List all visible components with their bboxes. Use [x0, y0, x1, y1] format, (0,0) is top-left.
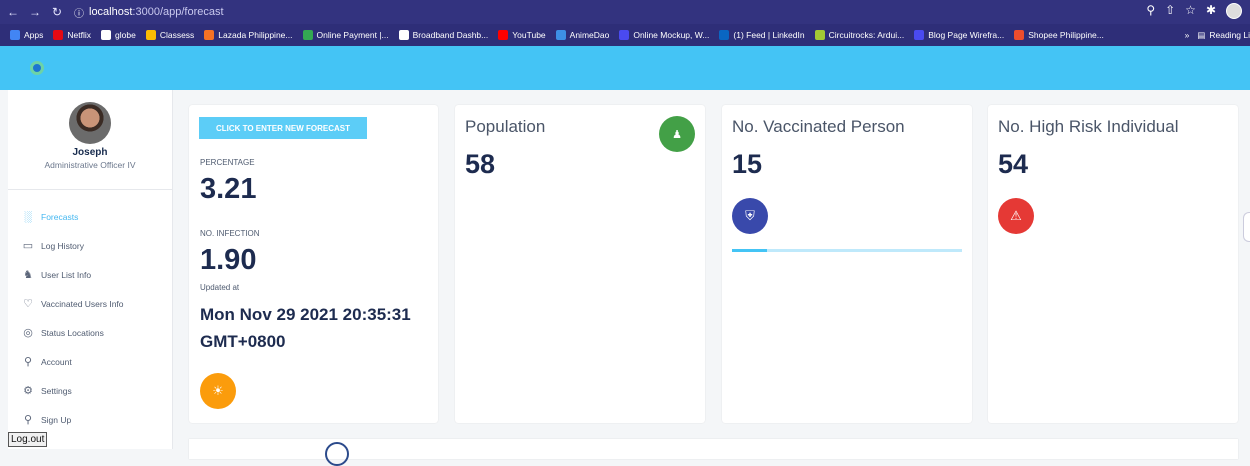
high-risk-title: No. High Risk Individual	[998, 117, 1179, 136]
apps-grid-icon	[10, 30, 20, 40]
browser-actions: ⚲ ⇧ ☆ ✱	[1146, 3, 1242, 19]
back-arrow-icon[interactable]: ←	[4, 5, 22, 19]
profile-avatar-icon[interactable]	[1226, 3, 1242, 19]
bookmark-online-mockup[interactable]: Online Mockup, W...	[619, 30, 709, 40]
app-header	[0, 46, 1250, 90]
warning-icon: ⚠	[998, 198, 1034, 234]
percentage-value: 3.21	[200, 173, 257, 205]
monitor-icon: ▭	[22, 240, 34, 252]
bookmark-circuitrocks[interactable]: Circuitrocks: Ardui...	[814, 30, 904, 40]
url-host: localhost	[89, 6, 133, 18]
reading-list[interactable]: » ▤ Reading Li	[1178, 24, 1250, 46]
updated-label: Updated at	[200, 283, 240, 292]
sidebar: Joseph Administrative Officer IV ░ Foreca…	[8, 90, 173, 449]
infection-value: 1.90	[200, 244, 257, 276]
bookmark-netflix[interactable]: Netflix	[53, 30, 91, 40]
users-icon: ♞	[23, 269, 33, 281]
sidebar-item-user-list-info[interactable]: ♞ User List Info	[8, 260, 172, 289]
scroll-handle[interactable]	[1243, 212, 1250, 242]
sun-icon: ☀	[200, 373, 236, 409]
address-bar[interactable]: ⓘ localhost:3000/app/forecast	[74, 3, 224, 21]
animedao-icon	[555, 30, 566, 40]
heart-icon: ♡	[23, 298, 33, 310]
avatar[interactable]	[69, 102, 111, 144]
classroom-icon	[145, 30, 156, 40]
sidebar-item-status-locations[interactable]: ◎ Status Locations	[8, 318, 172, 347]
high-risk-value: 54	[998, 149, 1029, 179]
user-name: Joseph	[72, 147, 108, 158]
population-card: Population 58 ♟	[455, 105, 705, 423]
sidebar-item-settings[interactable]: ⚙ Settings	[8, 376, 172, 405]
url-path: :3000/app/forecast	[132, 6, 224, 18]
shopee-icon	[1014, 30, 1025, 40]
sidebar-item-vaccinated-users-info[interactable]: ♡ Vaccinated Users Info	[8, 289, 172, 318]
info-icon: ⓘ	[74, 8, 84, 20]
forward-arrow-icon[interactable]: →	[26, 5, 44, 19]
key-icon[interactable]: ⚲	[1146, 3, 1155, 19]
user-icon: ⚲	[23, 356, 33, 368]
bookmark-apps[interactable]: Apps	[10, 30, 43, 40]
vaccinated-title: No. Vaccinated Person	[732, 117, 905, 136]
bookmark-youtube[interactable]: YouTube	[498, 30, 546, 40]
sidebar-item-account[interactable]: ⚲ Account	[8, 347, 172, 376]
star-icon[interactable]: ☆	[1185, 3, 1196, 19]
share-icon[interactable]: ⇧	[1165, 3, 1175, 19]
forecast-card: CLICK TO ENTER NEW FORECAST PERCENTAGE 3…	[189, 105, 438, 423]
vaccinated-value: 15	[732, 149, 763, 179]
user-role: Administrative Officer IV	[44, 160, 136, 170]
vaccinated-progress-bar	[732, 249, 962, 252]
bottom-card	[189, 439, 1238, 466]
population-title: Population	[465, 117, 546, 136]
bookmarks-bar: Apps Netflix globe Classess Lazada Phili…	[0, 24, 1250, 46]
payment-icon	[302, 30, 313, 40]
vaccinated-card: No. Vaccinated Person 15 ⛨	[722, 105, 972, 423]
bookmark-broadband[interactable]: Broadband Dashb...	[398, 30, 488, 40]
sidebar-item-sign-up[interactable]: ⚲ Sign Up	[8, 405, 172, 434]
bookmark-lazada[interactable]: Lazada Philippine...	[204, 30, 293, 40]
extensions-icon[interactable]: ✱	[1206, 3, 1216, 19]
population-value: 58	[465, 149, 496, 179]
updated-value: Mon Nov 29 2021 20:35:31 GMT+0800	[200, 305, 411, 351]
bookmark-online-payment[interactable]: Online Payment |...	[302, 30, 389, 40]
circuitrocks-icon	[814, 30, 825, 40]
bookmark-linkedin[interactable]: (1) Feed | LinkedIn	[719, 30, 805, 40]
reading-list-icon: ▤	[1197, 29, 1206, 40]
lazada-icon	[204, 30, 215, 40]
enter-new-forecast-button[interactable]: CLICK TO ENTER NEW FORECAST	[199, 117, 367, 139]
bar-chart-icon: ░	[24, 210, 32, 223]
globe-icon	[101, 30, 111, 40]
bookmark-globe[interactable]: globe	[101, 30, 136, 40]
logout-button[interactable]: Log.out	[8, 432, 48, 447]
high-risk-card: No. High Risk Individual 54 ⚠	[988, 105, 1238, 423]
user-profile: Joseph Administrative Officer IV	[8, 90, 172, 190]
percentage-label: PERCENTAGE	[200, 158, 255, 167]
broadband-icon	[398, 30, 409, 40]
linkedin-icon	[719, 30, 730, 40]
chevron-double-right-icon[interactable]: »	[1185, 30, 1190, 40]
reload-icon[interactable]: ↻	[48, 5, 66, 19]
mockup-icon	[619, 30, 630, 40]
youtube-icon	[498, 30, 509, 40]
wireframe-icon	[914, 30, 925, 40]
browser-toolbar: ← → ↻ ⓘ localhost:3000/app/forecast ⚲ ⇧ …	[0, 0, 1250, 24]
shield-icon: ⛨	[732, 198, 768, 234]
sidebar-menu: ░ Forecasts ▭ Log History ♞ User List Info …	[8, 190, 172, 434]
vaccinated-progress-fill	[732, 249, 767, 252]
bookmark-classess[interactable]: Classess	[145, 30, 194, 40]
infection-label: NO. INFECTION	[200, 229, 260, 238]
chart-ring-icon	[325, 442, 349, 466]
bookmark-blog-wireframe[interactable]: Blog Page Wirefra...	[914, 30, 1004, 40]
bookmark-shopee[interactable]: Shopee Philippine...	[1014, 30, 1104, 40]
location-icon: ◎	[23, 327, 33, 339]
netflix-icon	[53, 30, 64, 40]
user-plus-icon: ⚲	[23, 414, 33, 426]
app-logo-icon[interactable]	[30, 61, 44, 75]
bookmark-animedao[interactable]: AnimeDao	[555, 30, 609, 40]
gear-icon: ⚙	[23, 385, 33, 397]
sidebar-item-forecasts[interactable]: ░ Forecasts	[8, 202, 172, 231]
people-icon: ♟	[659, 116, 695, 152]
sidebar-item-log-history[interactable]: ▭ Log History	[8, 231, 172, 260]
